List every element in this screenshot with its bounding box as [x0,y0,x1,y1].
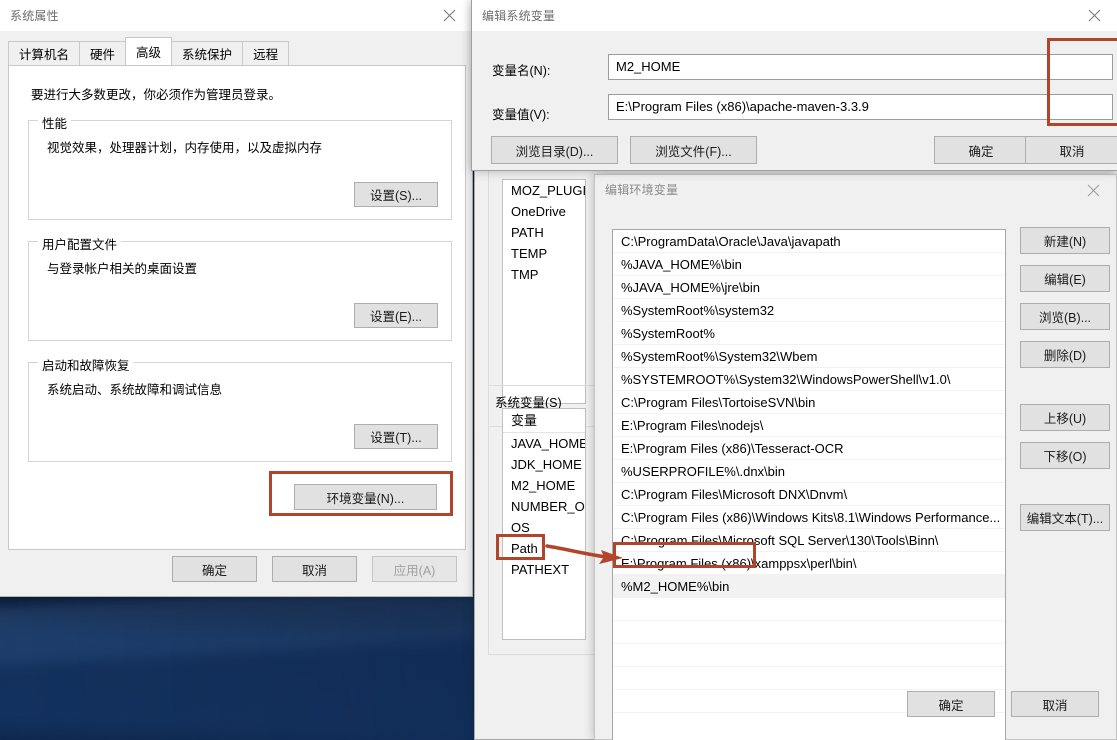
edit-system-variable-window: 编辑系统变量 变量名(N): M2_HOME 变量值(V): E:\Progra… [471,0,1117,171]
list-item[interactable]: TEMP [503,243,585,264]
close-icon[interactable] [1072,0,1117,30]
move-down-button[interactable]: 下移(O) [1020,442,1110,469]
edit-text-button[interactable]: 编辑文本(T)... [1020,504,1110,531]
delete-button[interactable]: 删除(D) [1020,341,1110,368]
list-item-empty[interactable] [613,621,1005,644]
edit-button[interactable]: 编辑(E) [1020,265,1110,292]
path-editor-cancel-button[interactable]: 取消 [1011,691,1099,717]
list-item[interactable]: TMP [503,264,585,285]
startup-recovery-group-label: 启动和故障恢复 [38,355,134,374]
system-properties-tabs: 计算机名 硬件 高级 系统保护 远程 [8,37,290,65]
variable-value-label: 变量值(V): [492,108,550,122]
variable-name-label: 变量名(N): [492,64,551,78]
move-up-button[interactable]: 上移(U) [1020,404,1110,431]
system-variables-column-header: 变量 [503,409,585,433]
list-item[interactable]: C:\Program Files (x86)\Windows Kits\8.1\… [613,506,1005,529]
list-item[interactable]: %SYSTEMROOT%\System32\WindowsPowerShell\… [613,368,1005,391]
tab-remote[interactable]: 远程 [242,41,290,65]
user-profiles-settings-button[interactable]: 设置(E)... [354,303,438,328]
browse-file-button[interactable]: 浏览文件(F)... [630,136,757,164]
list-item[interactable]: PATH [503,222,585,243]
annotation-arrow-icon [545,544,623,564]
user-profiles-group: 用户配置文件 与登录帐户相关的桌面设置 设置(E)... [28,234,452,341]
tab-computer-name[interactable]: 计算机名 [8,41,81,65]
tab-advanced[interactable]: 高级 [125,37,173,65]
tab-hardware[interactable]: 硬件 [79,41,127,65]
edit-system-variable-titlebar: 编辑系统变量 [472,0,1117,31]
list-item-empty[interactable] [613,667,1005,690]
edit-environment-variable-title: 编辑环境变量 [605,182,679,197]
tab-system-protection[interactable]: 系统保护 [171,41,244,65]
performance-group-label: 性能 [38,113,72,132]
list-item[interactable]: C:\Program Files\Microsoft DNX\Dnvm\ [613,483,1005,506]
environment-variables-button[interactable]: 环境变量(N)... [294,484,437,510]
edit-environment-variable-footer: 确定 取消 [907,691,1099,717]
path-entries-list[interactable]: C:\ProgramData\Oracle\Java\javapath %JAV… [612,229,1006,740]
startup-recovery-group-text: 系统启动、系统故障和调试信息 [47,383,223,397]
browse-directory-button[interactable]: 浏览目录(D)... [491,136,618,164]
performance-group: 性能 视觉效果，处理器计划，内存使用，以及虚拟内存 设置(S)... [28,113,452,220]
edit-variable-cancel-button[interactable]: 取消 [1025,136,1117,164]
list-item[interactable]: %SystemRoot%\system32 [613,299,1005,322]
performance-settings-button[interactable]: 设置(S)... [354,182,438,207]
user-profiles-group-label: 用户配置文件 [38,234,122,253]
list-item[interactable]: OneDrive [503,201,585,222]
table-row[interactable]: OS [503,517,585,538]
list-item[interactable]: C:\Program Files\TortoiseSVN\bin [613,391,1005,414]
variable-value-input[interactable]: E:\Program Files (x86)\apache-maven-3.3.… [608,94,1113,120]
list-item[interactable]: C:\Program Files\Microsoft SQL Server\13… [613,529,1005,552]
table-row[interactable]: M2_HOME [503,475,585,496]
list-item-empty[interactable] [613,644,1005,667]
system-properties-ok-button[interactable]: 确定 [172,556,257,582]
edit-environment-variable-titlebar: 编辑环境变量 [595,175,1116,203]
path-editor-side-buttons: 新建(N) 编辑(E) 浏览(B)... 删除(D) 上移(U) 下移(O) 编… [1020,227,1110,542]
edit-variable-ok-button[interactable]: 确定 [934,136,1028,164]
list-item[interactable]: E:\Program Files\nodejs\ [613,414,1005,437]
system-properties-cancel-button[interactable]: 取消 [272,556,357,582]
admin-notice-text: 要进行大多数更改，你必须作为管理员登录。 [31,88,282,102]
list-item[interactable]: %SystemRoot% [613,322,1005,345]
system-properties-title: 系统属性 [10,9,59,23]
environment-variables-highlight-box: 环境变量(N)... [269,471,453,516]
table-row[interactable]: JDK_HOME [503,454,585,475]
user-profiles-group-text: 与登录帐户相关的桌面设置 [47,262,198,276]
system-properties-apply-button[interactable]: 应用(A) [372,556,457,582]
new-button[interactable]: 新建(N) [1020,227,1110,254]
close-icon[interactable] [1071,175,1116,205]
list-item[interactable]: %USERPROFILE%\.dnx\bin [613,460,1005,483]
list-item-m2-home-bin[interactable]: %M2_HOME%\bin [613,575,1005,598]
list-item-empty[interactable] [613,598,1005,621]
close-icon[interactable] [427,0,472,30]
list-item[interactable]: C:\ProgramData\Oracle\Java\javapath [613,230,1005,253]
startup-recovery-group: 启动和故障恢复 系统启动、系统故障和调试信息 设置(T)... [28,355,452,462]
table-row[interactable]: NUMBER_OF_P [503,496,585,517]
edit-system-variable-title: 编辑系统变量 [482,9,556,23]
button-spacer [1020,379,1110,404]
list-item[interactable]: %JAVA_HOME%\jre\bin [613,276,1005,299]
performance-group-text: 视觉效果，处理器计划，内存使用，以及虚拟内存 [47,141,323,155]
list-item[interactable]: %JAVA_HOME%\bin [613,253,1005,276]
edit-environment-variable-window: 编辑环境变量 C:\ProgramData\Oracle\Java\javapa… [594,174,1117,740]
path-editor-ok-button[interactable]: 确定 [907,691,995,717]
list-item[interactable]: E:\Program Files (x86)\Tesseract-OCR [613,437,1005,460]
system-variables-list[interactable]: 变量 JAVA_HOME JDK_HOME M2_HOME NUMBER_OF_… [502,408,586,640]
list-item[interactable]: %SystemRoot%\System32\Wbem [613,345,1005,368]
system-properties-window: 系统属性 计算机名 硬件 高级 系统保护 远程 要进行大多数更改，你必须作为管理… [0,0,473,597]
advanced-tab-panel: 要进行大多数更改，你必须作为管理员登录。 性能 视觉效果，处理器计划，内存使用，… [8,65,466,550]
variable-name-input[interactable]: M2_HOME [608,54,1113,80]
user-variables-list[interactable]: MOZ_PLUGIN_ OneDrive PATH TEMP TMP [502,179,586,404]
table-row[interactable]: JAVA_HOME [503,433,585,454]
system-properties-titlebar: 系统属性 [0,0,472,31]
browse-button[interactable]: 浏览(B)... [1020,303,1110,330]
list-item[interactable]: E:\Program Files (x86)\xamppsx\perl\bin\ [613,552,1005,575]
list-item[interactable]: MOZ_PLUGIN_ [503,180,585,201]
button-spacer [1020,480,1110,504]
system-properties-footer: 确定 取消 应用(A) [0,556,474,582]
startup-recovery-settings-button[interactable]: 设置(T)... [354,424,438,449]
